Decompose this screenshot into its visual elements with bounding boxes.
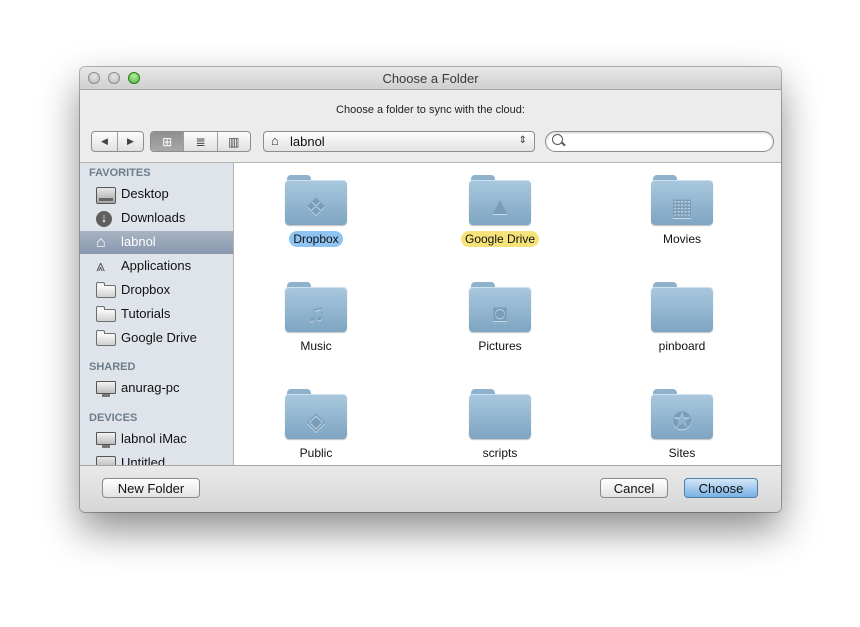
- folder-label: Pictures: [478, 339, 522, 353]
- search-field[interactable]: [545, 131, 774, 152]
- folder-label: pinboard: [658, 339, 706, 353]
- list-view-icon: ≣: [195, 134, 206, 149]
- pictures-folder-icon: ◙: [469, 282, 531, 332]
- window-title: Choose a Folder: [382, 71, 479, 86]
- sidebar-item-label: Google Drive: [121, 330, 197, 345]
- sidebar-section-shared: SHARED: [89, 361, 136, 373]
- sidebar-item-labnol-imac[interactable]: labnol iMac: [80, 428, 233, 451]
- folder-item-pinboard[interactable]: pinboard: [602, 270, 762, 365]
- applications-icon: ⩓: [96, 258, 106, 275]
- back-forward-control: ◀ ▶: [91, 131, 144, 152]
- public-folder-icon: ◈: [285, 389, 347, 439]
- view-mode-control: ⊞ ≣ ▥: [150, 131, 251, 152]
- network-computer-icon: [96, 381, 116, 397]
- cancel-button[interactable]: Cancel: [600, 478, 668, 498]
- dropbox-folder-icon: ❖: [285, 175, 347, 225]
- folder-label: Sites: [668, 446, 696, 460]
- icon-view-button[interactable]: ⊞: [151, 132, 184, 151]
- folder-icon: [96, 306, 116, 322]
- folder-item-music[interactable]: ♫ Music: [236, 270, 396, 365]
- folder-label: scripts: [482, 446, 518, 460]
- folder-item-google-drive[interactable]: ▲ Google Drive: [420, 163, 580, 258]
- folder-label: Public: [299, 446, 333, 460]
- search-icon: [552, 134, 563, 145]
- sidebar-item-label: labnol: [121, 234, 156, 249]
- movies-folder-icon: ▦: [651, 175, 713, 225]
- search-input[interactable]: [566, 133, 770, 151]
- home-icon: ⌂: [96, 234, 106, 251]
- folder-grid: ❖ Dropbox ▲ Google Drive ▦ Movies ♫ Musi…: [234, 162, 781, 466]
- desktop-icon: [96, 187, 116, 204]
- title-bar[interactable]: Choose a Folder: [80, 67, 781, 90]
- folder-label: Dropbox: [289, 231, 343, 247]
- folder-label: Music: [300, 339, 332, 353]
- location-label: labnol: [290, 134, 325, 149]
- folder-item-sites[interactable]: ✪ Sites: [602, 377, 762, 466]
- pinboard-folder-icon: [651, 282, 713, 332]
- sidebar-item-applications[interactable]: ⩓ Applications: [80, 255, 233, 278]
- google-drive-folder-icon: ▲: [469, 175, 531, 225]
- sidebar-item-labnol[interactable]: ⌂ labnol: [80, 231, 233, 254]
- sidebar-item-label: Tutorials: [121, 306, 171, 321]
- forward-button[interactable]: ▶: [117, 132, 143, 151]
- imac-icon: [96, 432, 116, 448]
- folder-label: Google Drive: [460, 231, 540, 247]
- choose-folder-dialog: Choose a Folder Choose a folder to sync …: [80, 67, 781, 512]
- back-arrow-icon: ◀: [101, 136, 108, 146]
- sidebar-item-label: Dropbox: [121, 282, 171, 297]
- choose-button[interactable]: Choose: [684, 478, 758, 498]
- dialog-prompt: Choose a folder to sync with the cloud:: [336, 104, 525, 116]
- list-view-button[interactable]: ≣: [183, 132, 216, 151]
- sidebar-item-label: Applications: [121, 258, 192, 273]
- folder-icon: [96, 282, 116, 298]
- dialog-footer: New Folder Cancel Choose: [80, 465, 781, 512]
- folder-icon: [96, 330, 116, 346]
- column-view-button[interactable]: ▥: [216, 132, 250, 151]
- sites-folder-icon: ✪: [651, 389, 713, 439]
- new-folder-button[interactable]: New Folder: [102, 478, 200, 498]
- location-popup[interactable]: ⌂ labnol ⇕: [263, 131, 535, 152]
- home-icon: ⌂: [271, 133, 279, 148]
- sidebar-item-downloads[interactable]: Downloads: [80, 207, 233, 230]
- sidebar-item-label: Desktop: [121, 186, 169, 201]
- back-button[interactable]: ◀: [92, 132, 117, 151]
- sidebar-item-google-drive[interactable]: Google Drive: [80, 327, 233, 350]
- music-folder-icon: ♫: [285, 282, 347, 332]
- folder-item-pictures[interactable]: ◙ Pictures: [420, 270, 580, 365]
- sidebar-item-untitled[interactable]: Untitled: [80, 452, 233, 466]
- folder-item-public[interactable]: ◈ Public: [236, 377, 396, 466]
- scripts-folder-icon: [469, 389, 531, 439]
- downloads-icon: [96, 210, 112, 227]
- icon-view-icon: ⊞: [162, 134, 173, 149]
- sidebar-item-label: anurag-pc: [121, 380, 180, 395]
- sidebar-item-label: labnol iMac: [121, 431, 187, 446]
- sidebar-section-devices: DEVICES: [89, 412, 138, 424]
- sidebar-section-favorites: FAVORITES: [89, 167, 151, 179]
- sidebar: FAVORITES Desktop Downloads ⌂ labnol ⩓ A…: [80, 162, 234, 466]
- folder-label: Movies: [662, 232, 701, 246]
- sidebar-item-dropbox[interactable]: Dropbox: [80, 279, 233, 302]
- folder-item-scripts[interactable]: scripts: [420, 377, 580, 466]
- column-view-icon: ▥: [228, 134, 240, 149]
- forward-arrow-icon: ▶: [127, 136, 134, 146]
- sidebar-item-tutorials[interactable]: Tutorials: [80, 303, 233, 326]
- popup-arrows-icon: ⇕: [518, 135, 527, 146]
- sidebar-item-anurag-pc[interactable]: anurag-pc: [80, 377, 233, 400]
- folder-item-movies[interactable]: ▦ Movies: [602, 163, 762, 258]
- sidebar-item-label: Downloads: [121, 210, 186, 225]
- folder-item-dropbox[interactable]: ❖ Dropbox: [236, 163, 396, 258]
- sidebar-item-desktop[interactable]: Desktop: [80, 183, 233, 206]
